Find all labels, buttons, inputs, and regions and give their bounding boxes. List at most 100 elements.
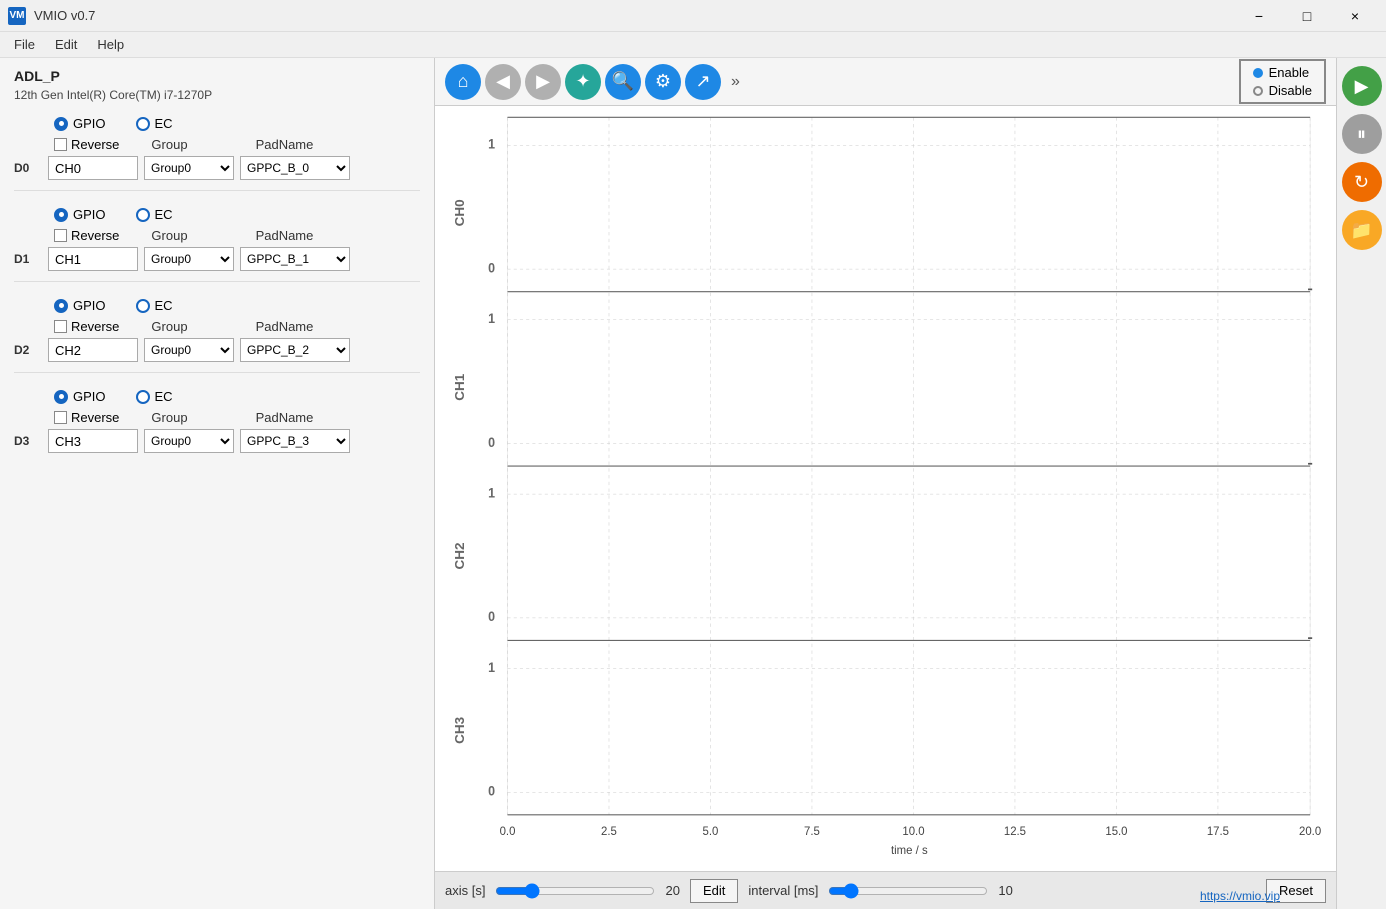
ec-radio-circle-d0 [136, 117, 150, 131]
gpio-radio-circle-d3 [54, 390, 68, 404]
axis-value: 20 [665, 883, 679, 898]
menu-edit[interactable]: Edit [45, 35, 87, 54]
axis-label: axis [s] [445, 883, 485, 898]
channel-block-d3: GPIO EC Reverse Group PadName D3 [14, 389, 420, 463]
edit-button[interactable]: Edit [690, 879, 738, 903]
menu-help[interactable]: Help [87, 35, 134, 54]
reverse-checkbox-d3[interactable]: Reverse [54, 410, 119, 425]
chart-svg: text { font-family: Arial, sans-serif; f… [435, 106, 1336, 871]
menu-file[interactable]: File [4, 35, 45, 54]
svg-text:1: 1 [488, 136, 495, 152]
svg-text:5.0: 5.0 [703, 824, 719, 839]
reverse-checkbox-d1[interactable]: Reverse [54, 228, 119, 243]
right-panel: ⌂ ◀ ▶ ✦ 🔍 ⚙ ↗ » Enable Disable [435, 58, 1336, 909]
svg-text:10.0: 10.0 [902, 824, 925, 839]
restore-button[interactable]: □ [1284, 0, 1330, 32]
minimize-button[interactable]: − [1236, 0, 1282, 32]
svg-text:0.0: 0.0 [500, 824, 516, 839]
svg-text:0: 0 [488, 609, 495, 625]
channel-id-d1: D1 [14, 252, 42, 266]
ec-radio-circle-d3 [136, 390, 150, 404]
ec-radio-circle-d2 [136, 299, 150, 313]
ec-radio-circle-d1 [136, 208, 150, 222]
ec-radio-d0[interactable]: EC [136, 116, 173, 131]
enable-dot [1253, 68, 1263, 78]
more-button[interactable]: » [725, 73, 746, 91]
reverse-check-d0 [54, 138, 67, 151]
pad-select-d0[interactable]: GPPC_B_0 [240, 156, 350, 180]
pad-select-d1[interactable]: GPPC_B_1 [240, 247, 350, 271]
svg-text:0: 0 [488, 783, 495, 799]
svg-text:17.5: 17.5 [1207, 824, 1230, 839]
svg-text:CH0: CH0 [453, 199, 467, 226]
channel-name-d1[interactable] [48, 247, 138, 271]
reverse-check-d3 [54, 411, 67, 424]
axis-slider[interactable] [495, 883, 655, 899]
channel-id-d2: D2 [14, 343, 42, 357]
svg-text:0: 0 [488, 260, 495, 276]
settings-button[interactable]: ⚙ [645, 64, 681, 100]
folder-button[interactable]: 📁 [1342, 210, 1382, 250]
device-cpu: 12th Gen Intel(R) Core(TM) i7-1270P [14, 88, 420, 102]
pause-button[interactable]: ⏸ [1342, 114, 1382, 154]
svg-text:20.0: 20.0 [1299, 824, 1322, 839]
reverse-checkbox-d2[interactable]: Reverse [54, 319, 119, 334]
right-sidebar: ▶ ⏸ ↻ 📁 [1336, 58, 1386, 909]
group-select-d2[interactable]: Group0 [144, 338, 234, 362]
group-select-d1[interactable]: Group0 [144, 247, 234, 271]
window-controls: − □ × [1236, 0, 1378, 32]
back-button[interactable]: ◀ [485, 64, 521, 100]
svg-text:CH1: CH1 [453, 374, 467, 401]
gpio-radio-d0[interactable]: GPIO [54, 116, 106, 131]
enable-disable-box: Enable Disable [1239, 59, 1326, 104]
connect-button[interactable]: ✦ [565, 64, 601, 100]
refresh-button[interactable]: ↻ [1342, 162, 1382, 202]
channel-name-d2[interactable] [48, 338, 138, 362]
svg-text:CH2: CH2 [453, 542, 467, 569]
menu-bar: File Edit Help [0, 32, 1386, 58]
close-button[interactable]: × [1332, 0, 1378, 32]
disable-dot [1253, 86, 1263, 96]
gpio-radio-circle-d0 [54, 117, 68, 131]
pad-select-d2[interactable]: GPPC_B_2 [240, 338, 350, 362]
svg-text:15.0: 15.0 [1105, 824, 1128, 839]
export-button[interactable]: ↗ [685, 64, 721, 100]
svg-text:CH3: CH3 [453, 717, 467, 744]
title-bar: VM VMIO v0.7 − □ × [0, 0, 1386, 32]
interval-value: 10 [998, 883, 1012, 898]
channel-block-d2: GPIO EC Reverse Group PadName D2 [14, 298, 420, 373]
app-title: VMIO v0.7 [34, 8, 95, 23]
svg-text:0: 0 [488, 434, 495, 450]
group-select-d3[interactable]: Group0 [144, 429, 234, 453]
ec-radio-d1[interactable]: EC [136, 207, 173, 222]
main-layout: ADL_P 12th Gen Intel(R) Core(TM) i7-1270… [0, 58, 1386, 909]
gpio-radio-d3[interactable]: GPIO [54, 389, 106, 404]
footer-link[interactable]: https://vmio.vip [1200, 889, 1280, 903]
start-button[interactable]: ▶ [1342, 66, 1382, 106]
device-name: ADL_P [14, 68, 420, 84]
interval-label: interval [ms] [748, 883, 818, 898]
channel-id-d3: D3 [14, 434, 42, 448]
gpio-radio-d1[interactable]: GPIO [54, 207, 106, 222]
channel-name-d0[interactable] [48, 156, 138, 180]
left-panel: ADL_P 12th Gen Intel(R) Core(TM) i7-1270… [0, 58, 435, 909]
gpio-radio-d2[interactable]: GPIO [54, 298, 106, 313]
channel-block-d0: GPIO EC Reverse Group PadName D0 [14, 116, 420, 191]
gpio-radio-circle-d2 [54, 299, 68, 313]
reverse-check-d2 [54, 320, 67, 333]
channel-id-d0: D0 [14, 161, 42, 175]
group-select-d0[interactable]: Group0 [144, 156, 234, 180]
pad-select-d3[interactable]: GPPC_B_3 [240, 429, 350, 453]
home-button[interactable]: ⌂ [445, 64, 481, 100]
channel-name-d3[interactable] [48, 429, 138, 453]
forward-button[interactable]: ▶ [525, 64, 561, 100]
svg-text:12.5: 12.5 [1004, 824, 1027, 839]
search-button[interactable]: 🔍 [605, 64, 641, 100]
reverse-checkbox-d0[interactable]: Reverse [54, 137, 119, 152]
ec-radio-d3[interactable]: EC [136, 389, 173, 404]
interval-slider[interactable] [828, 883, 988, 899]
reverse-check-d1 [54, 229, 67, 242]
svg-text:7.5: 7.5 [804, 824, 820, 839]
ec-radio-d2[interactable]: EC [136, 298, 173, 313]
svg-text:time / s: time / s [891, 843, 928, 858]
